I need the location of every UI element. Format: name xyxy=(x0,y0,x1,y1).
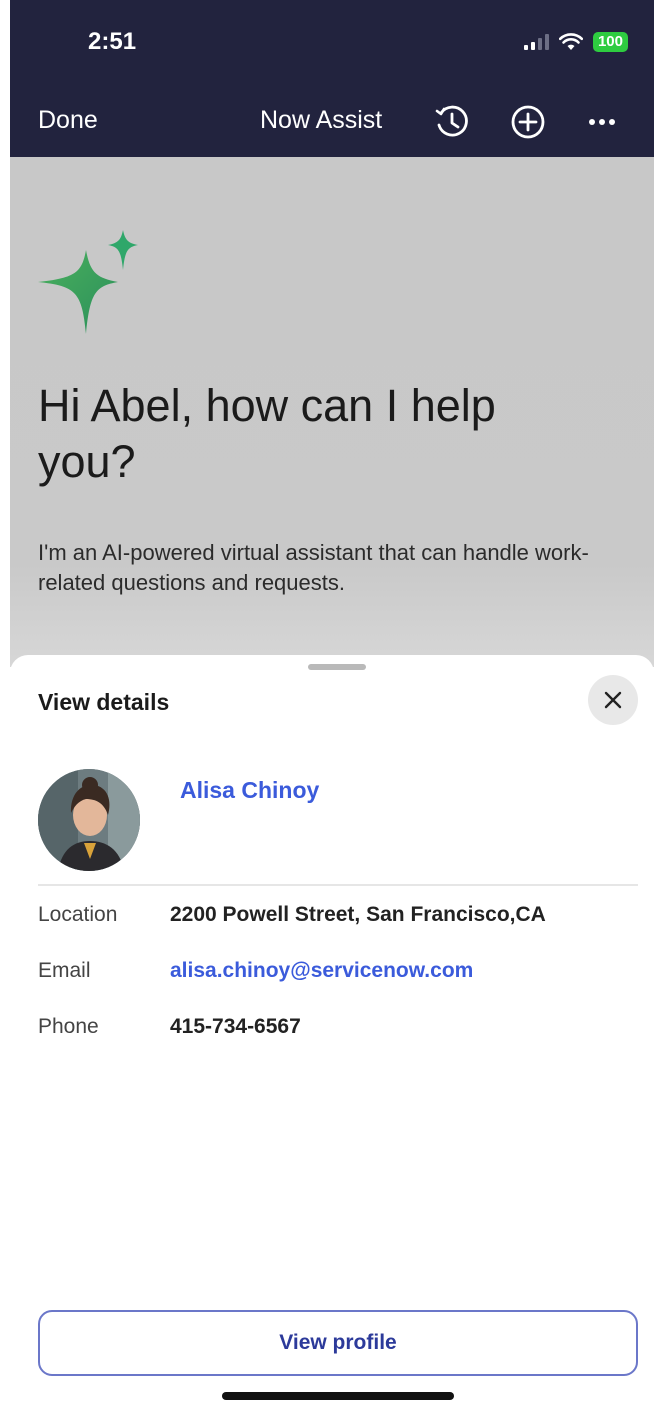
email-link[interactable]: alisa.chinoy@servicenow.com xyxy=(170,959,473,983)
page-title: Now Assist xyxy=(260,106,383,134)
add-circle-icon[interactable] xyxy=(508,102,548,142)
battery-icon: 100 xyxy=(592,32,628,52)
phone-label: Phone xyxy=(38,1015,99,1038)
sparkle-icon xyxy=(38,230,138,334)
phone-screen: 2:51 100 Done Now Assist Hi Abel, how ca… xyxy=(10,0,654,1414)
app-header: 2:51 100 Done Now Assist xyxy=(10,0,654,157)
person-name-link[interactable]: Alisa Chinoy xyxy=(180,777,319,804)
email-label: Email xyxy=(38,959,91,982)
greeting-heading: Hi Abel, how can I help you? xyxy=(38,380,496,487)
details-sheet: View details Alisa Chinoy Location 2200 … xyxy=(10,655,654,1414)
avatar xyxy=(38,769,140,871)
history-icon[interactable] xyxy=(432,102,472,142)
status-time: 2:51 xyxy=(88,28,137,55)
sheet-title: View details xyxy=(38,689,170,715)
close-icon xyxy=(604,691,622,709)
home-indicator xyxy=(222,1392,454,1400)
status-icons: 100 xyxy=(523,32,628,52)
wifi-icon xyxy=(558,33,583,50)
phone-value[interactable]: 415-734-6567 xyxy=(170,1015,301,1039)
more-icon[interactable] xyxy=(582,102,622,142)
location-label: Location xyxy=(38,903,118,926)
done-button[interactable]: Done xyxy=(38,106,98,135)
location-value: 2200 Powell Street, San Francisco,CA xyxy=(170,903,546,926)
sheet-grabber[interactable] xyxy=(308,664,366,670)
divider xyxy=(38,884,638,886)
close-button[interactable] xyxy=(588,675,638,725)
assistant-intro: I'm an AI-powered virtual assistant that… xyxy=(38,540,589,595)
view-profile-button[interactable]: View profile xyxy=(38,1310,638,1376)
signal-icon xyxy=(523,34,549,50)
